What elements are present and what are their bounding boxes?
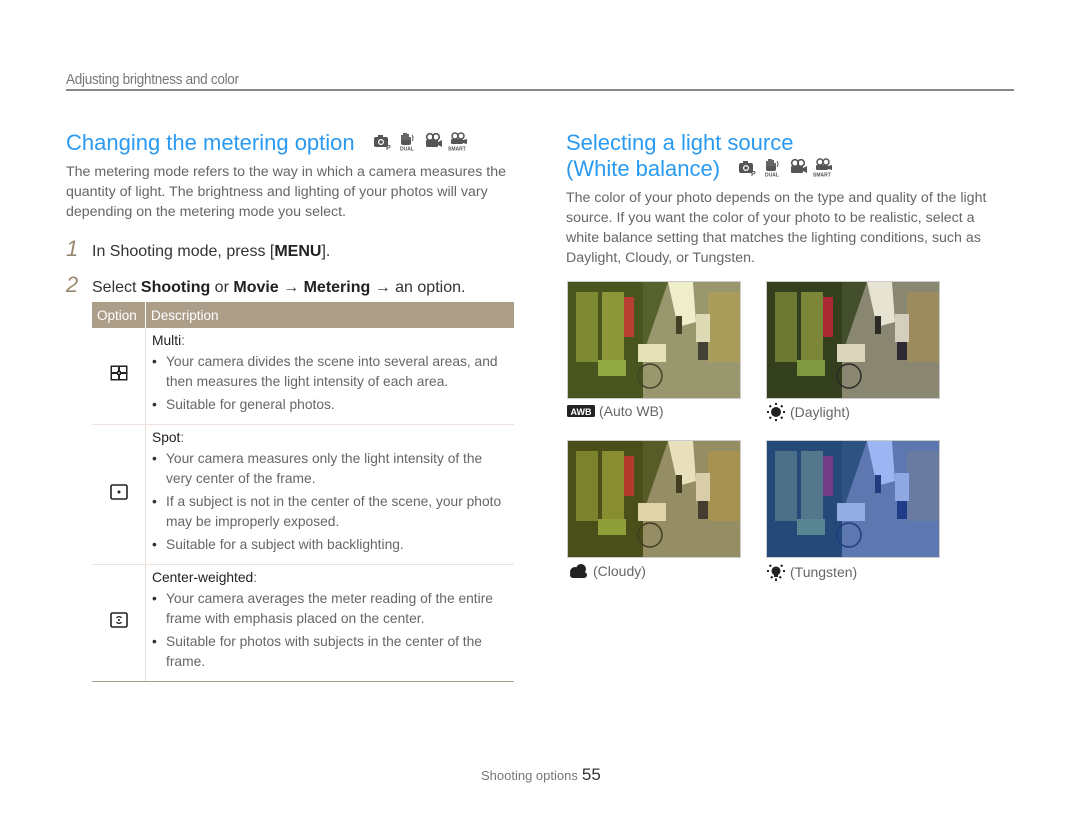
movie-mode-icon: [425, 133, 442, 148]
scene-tint-overlay: [767, 441, 939, 557]
step-text: →: [278, 279, 304, 296]
option-description: Center-weighted: Your camera averages th…: [145, 564, 514, 682]
caption-daylight: (Daylight): [766, 403, 850, 421]
description-bullet: Your camera averages the meter reading o…: [152, 589, 508, 629]
step-text: or: [210, 279, 234, 296]
description-bullet: Suitable for photos with subjects in the…: [152, 632, 508, 672]
step-2: 2 Select Shooting or Movie → Metering → …: [66, 272, 465, 298]
description-bullet: Your camera measures only the light inte…: [152, 449, 508, 489]
white-balance-title-line1: Selecting a light source: [566, 130, 794, 155]
sample-photo-cloudy: [567, 440, 741, 558]
svg-text:DUAL: DUAL: [400, 147, 414, 152]
white-balance-mode-icons: P DUAL SMART: [738, 157, 833, 177]
caption-cloudy: (Cloudy): [567, 563, 646, 579]
caption-tungsten: (Tungsten): [766, 563, 857, 581]
description-bullet: Your camera divides the scene into sever…: [152, 352, 508, 392]
metering-heading: Changing the metering option P DUAL SMAR…: [66, 130, 468, 156]
table-row: Multi: Your camera divides the scene int…: [92, 328, 514, 425]
white-balance-title-line2: (White balance): [566, 156, 721, 181]
daylight-icon: [767, 403, 785, 421]
step-number: 1: [66, 236, 79, 261]
step-text: In Shooting mode, press [: [92, 243, 275, 260]
dual-is-mode-icon: DUAL: [765, 159, 779, 178]
program-mode-icon: P: [373, 135, 391, 151]
dual-is-mode-icon: DUAL: [400, 133, 414, 152]
svg-text:P: P: [751, 171, 756, 177]
header-divider: [66, 89, 1014, 91]
cloudy-icon: [570, 564, 587, 578]
option-name: Center-weighted: [152, 570, 254, 585]
sample-photo-tungsten: [766, 440, 940, 558]
table-row: Spot: Your camera measures only the ligh…: [92, 424, 514, 565]
step-1: 1 In Shooting mode, press [MENU].: [66, 236, 330, 262]
caption-label: (Daylight): [790, 404, 850, 420]
white-balance-heading: Selecting a light source (White balance)…: [566, 130, 833, 182]
table-header-row: Option Description: [92, 302, 514, 328]
page-footer: Shooting options 55: [481, 765, 601, 785]
street-scene-image: [568, 282, 740, 398]
street-scene-image: [568, 441, 740, 557]
menu-metering: Metering: [303, 279, 371, 296]
option-icon-cell: [92, 424, 146, 565]
sample-photo-auto-wb: [567, 281, 741, 399]
menu-shooting: Shooting: [140, 279, 211, 296]
step-text: → an option.: [370, 279, 466, 296]
caption-label: (Cloudy): [593, 563, 646, 579]
section-title: Adjusting brightness and color: [66, 71, 239, 88]
table-row: Center-weighted: Your camera averages th…: [92, 564, 514, 682]
smart-movie-mode-icon: SMART: [813, 158, 833, 178]
auto-wb-icon: AWB: [567, 405, 595, 417]
svg-text:AWB: AWB: [571, 407, 592, 417]
caption-auto-wb: AWB (Auto WB): [567, 403, 664, 419]
step-text: Select: [92, 279, 141, 296]
description-bullet: Suitable for general photos.: [152, 395, 508, 415]
step-text: ].: [321, 243, 331, 260]
street-scene-image: [767, 282, 939, 398]
scene-tint-overlay: [568, 441, 740, 557]
description-bullet: Suitable for a subject with backlighting…: [152, 535, 508, 555]
page-number: 55: [581, 765, 601, 784]
column-header-option: Option: [92, 302, 146, 328]
caption-label: (Auto WB): [599, 403, 664, 419]
spot-metering-icon: [109, 483, 128, 500]
option-description: Spot: Your camera measures only the ligh…: [145, 424, 514, 565]
column-header-description: Description: [145, 302, 514, 328]
caption-label: (Tungsten): [790, 564, 858, 580]
option-icon-cell: [92, 328, 146, 425]
step-number: 2: [66, 272, 79, 297]
metering-title: Changing the metering option: [66, 130, 355, 155]
svg-text:P: P: [386, 145, 391, 151]
sample-photo-daylight: [766, 281, 940, 399]
tungsten-icon: [767, 564, 785, 581]
option-name: Spot: [152, 430, 181, 445]
smart-movie-mode-icon: SMART: [448, 132, 467, 152]
program-mode-icon: P: [739, 161, 756, 177]
option-description: Multi: Your camera divides the scene int…: [145, 328, 514, 425]
metering-options-table: Option Description Multi: Your camera di…: [92, 302, 514, 682]
metering-mode-icons: P DUAL SMART: [373, 131, 468, 151]
multi-metering-icon: [110, 365, 127, 381]
svg-text:SMART: SMART: [813, 173, 831, 178]
footer-section: Shooting options: [481, 768, 578, 783]
metering-intro: The metering mode refers to the way in w…: [66, 164, 507, 220]
scene-tint-overlay: [568, 282, 740, 398]
menu-movie: Movie: [233, 279, 279, 296]
menu-button-label: MENU: [274, 243, 322, 260]
option-name: Multi: [152, 333, 182, 348]
movie-mode-icon: [791, 159, 808, 174]
white-balance-intro: The color of your photo depends on the t…: [566, 190, 987, 266]
option-icon-cell: [92, 564, 146, 682]
description-bullet: If a subject is not in the center of the…: [152, 492, 508, 532]
svg-text:DUAL: DUAL: [765, 173, 779, 178]
scene-tint-overlay: [767, 282, 939, 398]
street-scene-image: [767, 441, 939, 557]
svg-text:SMART: SMART: [448, 147, 466, 152]
center-weighted-metering-icon: [109, 612, 128, 628]
